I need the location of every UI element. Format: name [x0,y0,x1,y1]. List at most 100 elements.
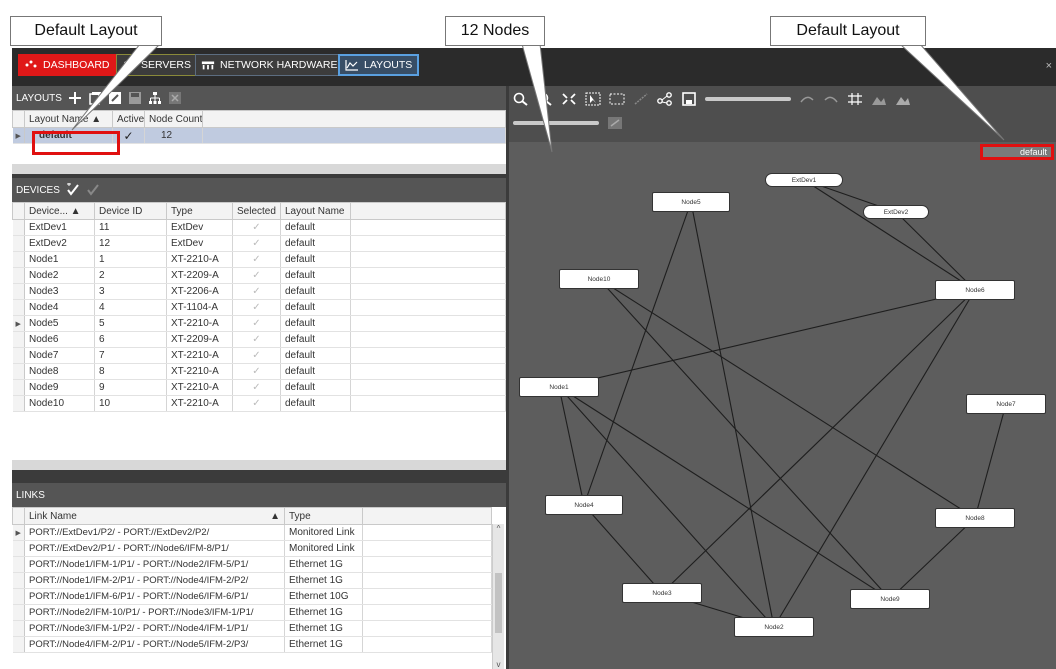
topology-node[interactable]: Node10 [559,269,639,289]
layouts-pane-scrollbar[interactable] [12,164,506,174]
copy-layout-icon[interactable] [88,91,102,105]
edit-layout-icon[interactable] [108,91,122,105]
table-row[interactable]: Node1 1 XT-2210-A ✓ default [12,251,506,268]
selected-check-cell[interactable]: ✓ [232,395,281,412]
topology-node[interactable]: Node7 [966,394,1046,414]
scroll-up-icon[interactable]: ^ [493,524,504,533]
topology-link-line[interactable] [803,179,976,291]
table-row[interactable]: PORT://Node2/IFM-10/P1/ - PORT://Node3/I… [12,604,492,621]
selected-check-cell[interactable]: ✓ [232,379,281,396]
column-header-node-count[interactable]: Node Count [144,110,203,128]
tab-servers[interactable]: SERVERS [116,54,197,76]
topology-node[interactable]: Node2 [734,617,814,637]
topology-node[interactable]: ExtDev2 [863,205,929,219]
topology-link-line[interactable] [974,403,1007,519]
lasso-select-icon[interactable] [633,92,649,106]
select-all-icon[interactable] [86,183,100,197]
topology-node[interactable]: Node1 [519,377,599,397]
table-row[interactable]: Node8 8 XT-2210-A ✓ default [12,363,506,380]
zoom-out-icon[interactable] [537,92,553,106]
delete-layout-icon[interactable] [168,91,182,105]
add-layout-icon[interactable] [68,91,82,105]
clear-icon[interactable] [607,116,623,130]
pointer-select-icon[interactable] [585,92,601,106]
topology-link-line[interactable] [598,278,976,519]
topology-link-line[interactable] [773,289,976,628]
table-row[interactable]: PORT://Node1/IFM-6/P1/ - PORT://Node6/IF… [12,588,492,605]
links-scrollbar[interactable]: ^ v [492,524,504,669]
selected-check-cell[interactable]: ✓ [232,235,281,252]
add-select-icon[interactable] [66,183,80,197]
rotate-left-icon[interactable] [799,92,815,106]
table-row[interactable]: PORT://Node3/IFM-1/P2/ - PORT://Node4/IF… [12,620,492,637]
table-row[interactable]: ▶ PORT://ExtDev1/P2/ - PORT://ExtDev2/P2/… [12,524,492,541]
topology-node[interactable]: Node4 [545,495,623,515]
selected-check-cell[interactable]: ✓ [232,347,281,364]
table-row[interactable]: PORT://ExtDev2/P1/ - PORT://Node6/IFM-8/… [12,540,492,557]
selected-check-cell[interactable]: ✓ [232,331,281,348]
zoom-in-icon[interactable] [513,92,529,106]
close-icon[interactable]: × [1046,60,1052,72]
background-image-edit-icon[interactable] [895,92,911,106]
topology-node[interactable]: Node6 [935,280,1015,300]
column-header-device-name[interactable]: Device... ▲ [24,202,95,220]
node-size-slider[interactable] [705,97,791,101]
topology-link-line[interactable] [661,289,976,594]
column-header-link-name[interactable]: Link Name ▲ [24,507,285,525]
table-row[interactable]: PORT://Node1/IFM-2/P1/ - PORT://Node4/IF… [12,572,492,589]
scroll-thumb[interactable] [495,573,502,633]
column-header-layout-name[interactable]: Layout Name ▲ [24,110,113,128]
devices-pane-scrollbar[interactable] [12,460,506,470]
table-row[interactable]: Node3 3 XT-2206-A ✓ default [12,283,506,300]
column-header-link-type[interactable]: Type [284,507,363,525]
selected-check-cell[interactable]: ✓ [232,363,281,380]
tab-dashboard[interactable]: DASHBOARD [18,54,116,76]
table-row[interactable]: ▶ Node5 5 XT-2210-A ✓ default [12,315,506,332]
grid-icon[interactable] [847,92,863,106]
column-header-active[interactable]: Active [112,110,145,128]
selected-check-cell[interactable]: ✓ [232,315,281,332]
selected-check-cell[interactable]: ✓ [232,251,281,268]
table-row[interactable]: ExtDev1 11 ExtDev ✓ default [12,219,506,236]
tab-network-hardware[interactable]: NETWORK HARDWARE [195,54,344,76]
topology-link-line[interactable] [583,201,692,506]
table-row[interactable]: Node4 4 XT-1104-A ✓ default [12,299,506,316]
background-image-icon[interactable] [871,92,887,106]
topology-link-line[interactable] [889,517,976,600]
selected-check-cell[interactable]: ✓ [232,267,281,284]
table-row[interactable]: PORT://Node4/IFM-2/P1/ - PORT://Node5/IF… [12,636,492,653]
topology-node[interactable]: Node3 [622,583,702,603]
rotate-right-icon[interactable] [823,92,839,106]
save-layout-icon[interactable] [128,91,142,105]
table-row[interactable]: Node7 7 XT-2210-A ✓ default [12,347,506,364]
hierarchy-icon[interactable] [148,91,162,105]
topology-canvas[interactable]: default ExtDev1 ExtDev2 Node5 Node10 Node6 No… [509,86,1056,669]
share-layout-icon[interactable] [657,92,673,106]
topology-link-line[interactable] [558,386,891,600]
table-row[interactable]: Node9 9 XT-2210-A ✓ default [12,379,506,396]
topology-node[interactable]: Node9 [850,589,930,609]
topology-link-line[interactable] [558,289,976,388]
column-header-device-id[interactable]: Device ID [94,202,167,220]
selected-check-cell[interactable]: ✓ [232,283,281,300]
topology-link-line[interactable] [598,278,891,600]
topology-link-line[interactable] [690,201,775,628]
table-row[interactable]: Node10 10 XT-2210-A ✓ default [12,395,506,412]
topology-link-line[interactable] [895,211,976,291]
column-header-layout-name[interactable]: Layout Name [280,202,351,220]
table-row[interactable]: PORT://Node1/IFM-1/P1/ - PORT://Node2/IF… [12,556,492,573]
save-graph-icon[interactable] [681,92,697,106]
box-select-icon[interactable] [609,92,625,106]
scroll-down-icon[interactable]: v [493,660,504,669]
topology-node[interactable]: ExtDev1 [765,173,843,187]
topology-link-line[interactable] [558,386,585,506]
selected-check-cell[interactable]: ✓ [232,219,281,236]
table-row[interactable]: Node2 2 XT-2209-A ✓ default [12,267,506,284]
label-size-slider[interactable] [513,121,599,125]
tab-layouts[interactable]: LAYOUTS [338,54,420,76]
topology-link-line[interactable] [583,504,663,594]
topology-node[interactable]: Node5 [652,192,730,212]
table-row[interactable]: Node6 6 XT-2209-A ✓ default [12,331,506,348]
table-row[interactable]: ExtDev2 12 ExtDev ✓ default [12,235,506,252]
fit-to-screen-icon[interactable] [561,92,577,106]
